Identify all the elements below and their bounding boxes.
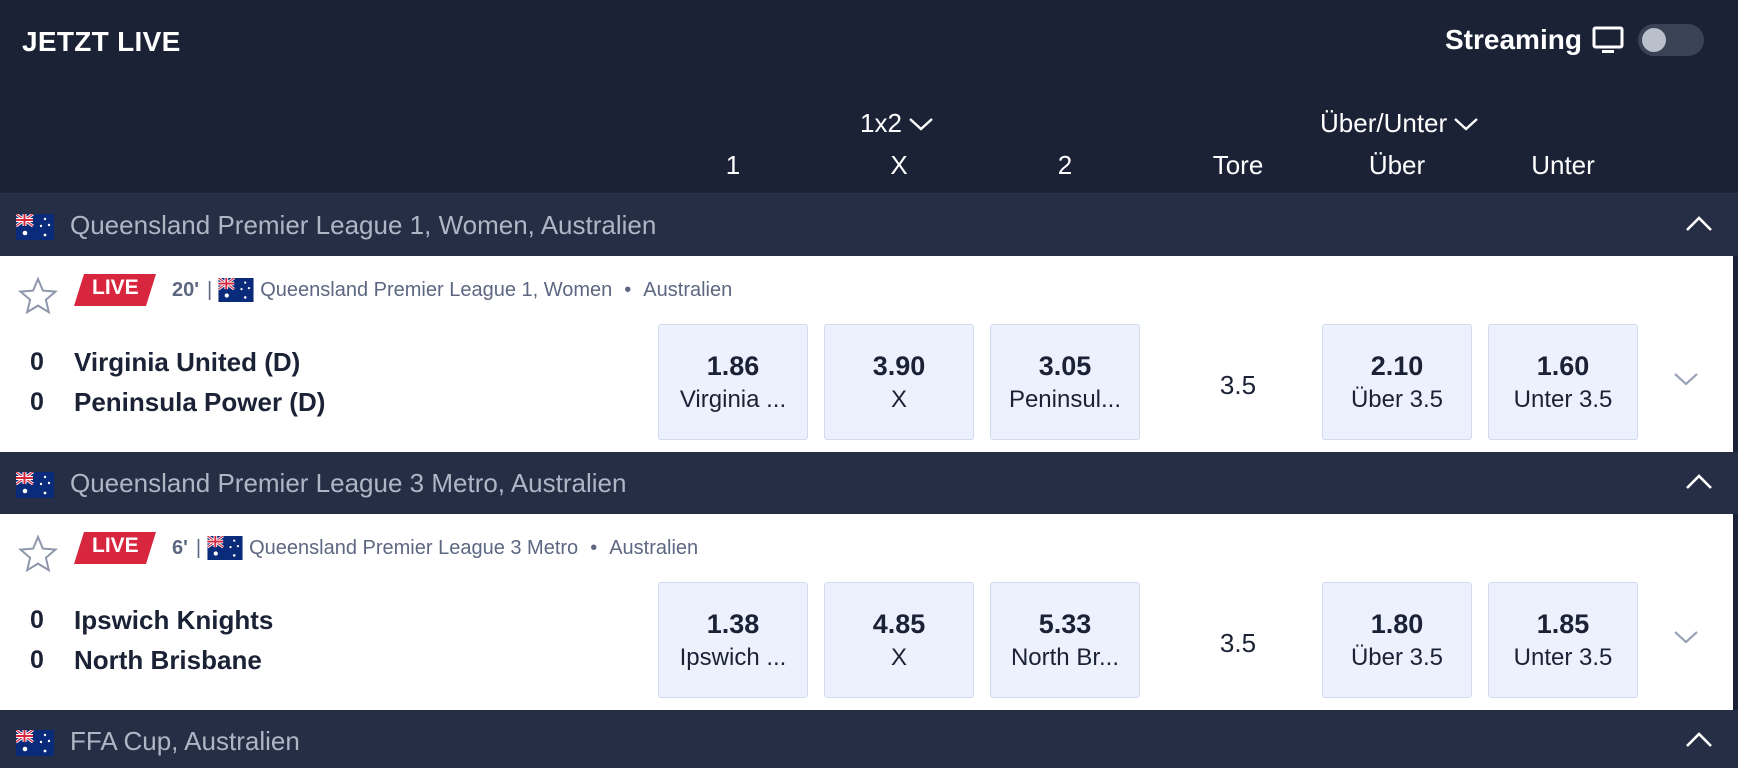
competition-link[interactable]: Queensland Premier League 3 Metro — [249, 537, 578, 560]
league-header[interactable]: Queensland Premier League 3 Metro, Austr… — [0, 452, 1738, 514]
meta-dot: • — [624, 278, 632, 301]
odds-label: X — [890, 386, 907, 413]
match-meta: 20' | Queensland Premier League 1, Women… — [172, 278, 732, 302]
match-meta: 6' | Queensland Premier League 3 Metro •… — [172, 536, 698, 560]
odds-label: Peninsul... — [1008, 386, 1122, 413]
meta-separator: | — [195, 536, 202, 559]
odds-button-draw[interactable]: 3.90 X — [824, 324, 974, 440]
home-score: 0 — [30, 348, 44, 376]
odds-label: Ipswich ... — [679, 644, 787, 671]
odds-value: 1.38 — [706, 609, 760, 639]
odds-value: 3.90 — [872, 351, 926, 381]
col-header-under: Unter — [1531, 150, 1595, 180]
odds-label: Virginia ... — [679, 386, 787, 413]
meta-dot: • — [590, 536, 598, 559]
home-team[interactable]: Ipswich Knights — [74, 605, 273, 636]
col-header-over: Über — [1368, 150, 1426, 180]
chevron-up-icon[interactable] — [1684, 214, 1714, 234]
league-header[interactable]: FFA Cup, Australien — [0, 710, 1738, 768]
live-label: LIVE — [92, 534, 139, 557]
chevron-down-icon — [909, 117, 933, 131]
away-team[interactable]: North Brisbane — [74, 645, 262, 676]
chevron-up-icon[interactable] — [1684, 730, 1714, 750]
league-name: Queensland Premier League 3 Metro, Austr… — [70, 467, 627, 498]
league-header[interactable]: Queensland Premier League 1, Women, Aust… — [0, 194, 1738, 256]
match-row: LIVE 6' | Queensland Premier League 3 Me… — [0, 514, 1733, 710]
odds-label: X — [890, 644, 907, 671]
match-minute: 20' — [172, 278, 200, 301]
country-link[interactable]: Australien — [609, 537, 698, 560]
streaming-toggle[interactable] — [1638, 24, 1704, 56]
match-row: LIVE 20' | Queensland Premier League 1, … — [0, 256, 1733, 452]
odds-button-away[interactable]: 5.33 North Br... — [990, 582, 1140, 698]
odds-label: Unter 3.5 — [1513, 644, 1613, 671]
star-icon[interactable] — [18, 534, 58, 574]
goal-line: 3.5 — [1219, 628, 1257, 658]
australia-flag-icon — [16, 472, 54, 498]
expand-chevron-icon[interactable] — [1672, 628, 1700, 646]
home-team[interactable]: Virginia United (D) — [74, 347, 300, 378]
odds-label: Unter 3.5 — [1513, 386, 1613, 413]
odds-value: 1.60 — [1536, 351, 1590, 381]
market-1x2-label: 1x2 — [860, 108, 902, 138]
monitor-icon — [1592, 26, 1624, 53]
toggle-knob — [1642, 28, 1666, 52]
col-header-tore: Tore — [1212, 150, 1264, 180]
match-minute: 6' — [172, 536, 188, 559]
market-over-under-label: Über/Unter — [1320, 108, 1448, 138]
odds-value: 4.85 — [872, 609, 926, 639]
league-name: Queensland Premier League 1, Women, Aust… — [70, 209, 657, 240]
odds-button-draw[interactable]: 4.85 X — [824, 582, 974, 698]
competition-link[interactable]: Queensland Premier League 1, Women — [260, 279, 612, 302]
market-select-1x2[interactable]: 1x2 — [860, 108, 934, 139]
streaming-label: Streaming — [1445, 24, 1582, 55]
page-title: JETZT LIVE — [22, 26, 181, 57]
odds-label: Über 3.5 — [1350, 386, 1444, 413]
live-label: LIVE — [92, 276, 139, 299]
star-icon[interactable] — [18, 276, 58, 316]
chevron-down-icon — [1454, 117, 1478, 131]
goal-line: 3.5 — [1219, 370, 1257, 400]
chevron-up-icon[interactable] — [1684, 472, 1714, 492]
away-team[interactable]: Peninsula Power (D) — [74, 387, 325, 418]
odds-button-under[interactable]: 1.85 Unter 3.5 — [1488, 582, 1638, 698]
australia-flag-icon — [207, 536, 243, 560]
australia-flag-icon — [16, 730, 54, 756]
league-name: FFA Cup, Australien — [70, 725, 300, 756]
odds-value: 1.86 — [706, 351, 760, 381]
away-score: 0 — [30, 388, 44, 416]
odds-value: 2.10 — [1370, 351, 1424, 381]
odds-value: 1.80 — [1370, 609, 1424, 639]
expand-chevron-icon[interactable] — [1672, 370, 1700, 388]
col-header-2: 2 — [1057, 150, 1073, 180]
australia-flag-icon — [218, 278, 254, 302]
away-score: 0 — [30, 646, 44, 674]
market-select-over-under[interactable]: Über/Unter — [1320, 108, 1479, 139]
australia-flag-icon — [16, 214, 54, 240]
col-header-1: 1 — [725, 150, 741, 180]
country-link[interactable]: Australien — [643, 279, 732, 302]
home-score: 0 — [30, 606, 44, 634]
odds-button-under[interactable]: 1.60 Unter 3.5 — [1488, 324, 1638, 440]
meta-separator: | — [207, 278, 213, 301]
odds-button-over[interactable]: 1.80 Über 3.5 — [1322, 582, 1472, 698]
odds-button-over[interactable]: 2.10 Über 3.5 — [1322, 324, 1472, 440]
odds-label: North Br... — [1010, 644, 1120, 671]
col-header-x: X — [890, 150, 908, 180]
odds-label: Über 3.5 — [1350, 644, 1444, 671]
odds-value: 5.33 — [1038, 609, 1092, 639]
odds-value: 1.85 — [1536, 609, 1590, 639]
odds-value: 3.05 — [1038, 351, 1092, 381]
odds-button-home[interactable]: 1.38 Ipswich ... — [658, 582, 808, 698]
odds-button-away[interactable]: 3.05 Peninsul... — [990, 324, 1140, 440]
odds-button-home[interactable]: 1.86 Virginia ... — [658, 324, 808, 440]
